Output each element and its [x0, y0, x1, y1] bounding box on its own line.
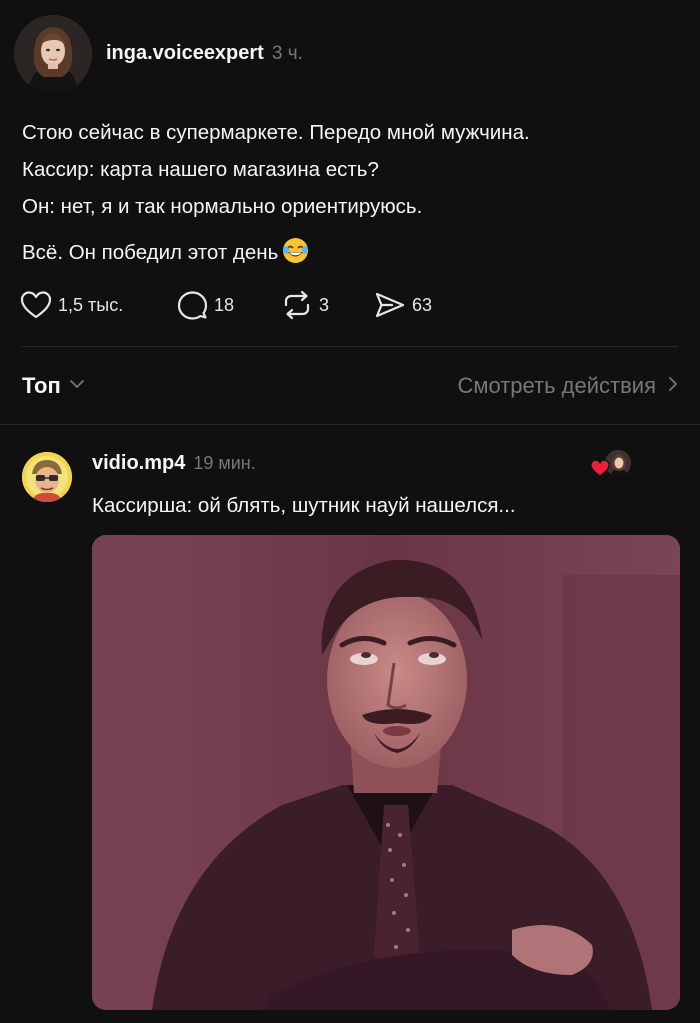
- author-avatar[interactable]: [14, 15, 92, 93]
- sortbar-divider: [0, 424, 700, 425]
- like-count: 1,5 тыс.: [58, 294, 124, 315]
- post-line-4: Всё. Он победил этот день: [22, 234, 682, 271]
- post-line-3: Он: нет, я и так нормально ориентируюсь.: [22, 195, 423, 218]
- view-activity-link[interactable]: Смотреть действия: [457, 373, 678, 399]
- red-heart-icon: [590, 459, 610, 482]
- post-header: inga.voiceexpert 3 ч.: [106, 42, 303, 65]
- reply-avatar[interactable]: [22, 452, 72, 502]
- reply-text: Кассирша: ой блять, шутник науй нашелся.…: [92, 494, 516, 517]
- reply-header: vidio.mp4 19 мин.: [92, 452, 256, 475]
- liked-by-author-badge: [590, 449, 636, 481]
- share-button[interactable]: 63: [374, 290, 464, 320]
- laughing-tears-emoji-icon: [282, 237, 309, 264]
- repost-button[interactable]: 3: [281, 290, 374, 320]
- chevron-right-icon: [668, 376, 678, 397]
- chevron-down-icon: [69, 377, 85, 395]
- replies-sort-bar: Топ Смотреть действия: [22, 366, 678, 406]
- post-last-line: Всё. Он победил этот день: [22, 241, 279, 264]
- comment-button[interactable]: 18: [177, 290, 281, 320]
- reply-timestamp: 19 мин.: [193, 453, 256, 473]
- reply-username[interactable]: vidio.mp4: [92, 452, 185, 475]
- comment-bubble-icon: [177, 290, 208, 320]
- thread-page: inga.voiceexpert 3 ч. Стою сейчас в супе…: [0, 0, 700, 1023]
- reply-image[interactable]: [92, 535, 680, 1010]
- post-line-2: Кассир: карта нашего магазина есть?: [22, 158, 379, 181]
- repost-count: 3: [319, 294, 330, 315]
- author-username[interactable]: inga.voiceexpert: [106, 42, 264, 65]
- share-count: 63: [412, 294, 433, 315]
- repost-icon: [281, 290, 313, 320]
- post-body: Стою сейчас в супермаркете. Передо мной …: [22, 114, 682, 271]
- comment-count: 18: [214, 294, 235, 315]
- heart-icon: [20, 290, 52, 320]
- post-line-1: Стою сейчас в супермаркете. Передо мной …: [22, 121, 530, 144]
- like-button[interactable]: 1,5 тыс.: [20, 290, 177, 320]
- send-icon: [374, 290, 406, 320]
- view-activity-label: Смотреть действия: [457, 373, 656, 398]
- sort-label: Топ: [22, 373, 61, 398]
- sort-dropdown[interactable]: Топ: [22, 373, 85, 399]
- post-timestamp: 3 ч.: [271, 43, 303, 64]
- post-actions: 1,5 тыс. 18 3 63: [20, 288, 464, 322]
- post-divider: [22, 346, 678, 347]
